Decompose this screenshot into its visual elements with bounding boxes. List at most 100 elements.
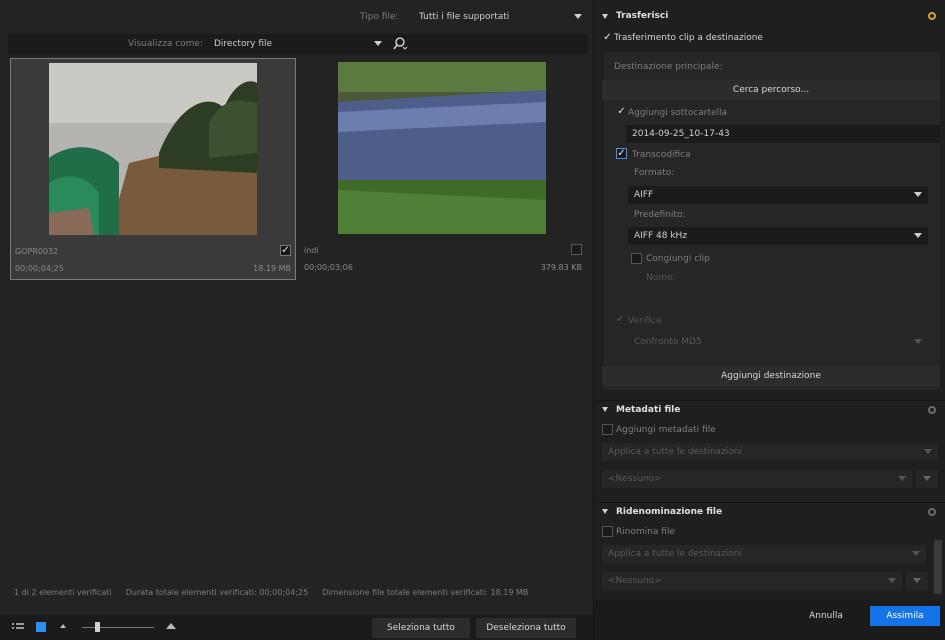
clip-preview-image xyxy=(49,63,257,235)
verified-size: Dimensione file totale elementi verifica… xyxy=(322,587,529,597)
metadata-title: Metadati file xyxy=(616,404,681,415)
view-as-dropdown[interactable]: Directory file xyxy=(208,35,388,53)
chevron-down-icon xyxy=(374,41,382,46)
chevron-down-icon xyxy=(913,578,921,583)
file-type-value: Tutti i file supportati xyxy=(419,12,510,22)
clip-thumbnail[interactable]: indi 00;00;03;06 379.83 KB xyxy=(300,58,586,280)
metadata-menu-button[interactable] xyxy=(916,470,938,488)
chevron-down-icon xyxy=(888,578,896,583)
chevron-down-icon xyxy=(923,476,931,481)
rename-apply-value: Applica a tutte le destinazioni xyxy=(608,549,742,559)
left-footer: Seleziona tutto Deseleziona tutto xyxy=(0,615,593,640)
gear-icon[interactable] xyxy=(928,12,936,20)
gear-icon[interactable] xyxy=(928,507,936,516)
status-bar: 1 di 2 elementi verificati Durata totale… xyxy=(0,580,593,604)
clip-size: 379.83 KB xyxy=(540,263,582,272)
rename-checkbox[interactable] xyxy=(602,526,613,537)
subfolder-input[interactable]: 2014-09-25_10-17-43 xyxy=(626,125,940,143)
zoom-in-icon[interactable] xyxy=(166,623,176,629)
clip-name: GOPR0032 xyxy=(15,247,59,256)
clip-size: 18.19 MB xyxy=(253,264,291,273)
clip-name: indi xyxy=(304,246,319,255)
view-as-value: Directory file xyxy=(214,39,273,49)
preset-value: AIFF 48 kHz xyxy=(634,231,688,241)
verified-count: 1 di 2 elementi verificati xyxy=(14,587,112,597)
name-input[interactable] xyxy=(644,290,928,308)
file-type-label: Tipo file: xyxy=(360,12,399,22)
chevron-down-icon xyxy=(602,13,608,19)
add-metadata-checkbox[interactable] xyxy=(602,424,613,435)
format-label: Formato: xyxy=(634,168,675,178)
list-view-icon[interactable] xyxy=(12,622,24,632)
rename-section-header[interactable]: Ridenominazione file xyxy=(594,502,945,520)
transfer-section-header[interactable]: Trasferisci xyxy=(594,7,945,25)
verified-duration: Durata totale elementi verificati: 00;00… xyxy=(125,587,309,597)
chevron-down-icon xyxy=(914,192,922,197)
transcode-label: Transcodifica xyxy=(632,150,691,160)
add-destination-button[interactable]: Aggiungi destinazione xyxy=(602,366,940,386)
chevron-down-icon xyxy=(914,339,922,344)
preset-label: Predefinito: xyxy=(634,210,686,220)
ingest-button[interactable]: Assimila xyxy=(870,606,940,626)
ingest-settings-pane: Trasferisci ✓ Trasferimento clip a desti… xyxy=(593,0,945,640)
add-subfolder-label: Aggiungi sottocartella xyxy=(628,108,728,118)
name-label: Nome: xyxy=(646,273,676,283)
chevron-down-icon xyxy=(602,509,608,514)
scrollbar[interactable] xyxy=(934,540,942,594)
clip-duration: 00;00;03;06 xyxy=(304,263,353,272)
rename-title: Ridenominazione file xyxy=(616,506,723,517)
chevron-down-icon xyxy=(914,233,922,238)
media-browser-pane: Tipo file: Tutti i file supportati Visua… xyxy=(0,0,593,640)
deselect-all-button[interactable]: Deseleziona tutto xyxy=(476,618,576,638)
metadata-preset-dropdown[interactable]: <Nessuno> xyxy=(602,470,912,488)
zoom-out-icon[interactable] xyxy=(60,624,66,628)
file-type-row: Tipo file: Tutti i file supportati xyxy=(8,7,588,27)
rename-apply-dropdown[interactable]: Applica a tutte le destinazioni xyxy=(602,545,926,563)
chevron-down-icon xyxy=(912,551,920,556)
search-icon[interactable] xyxy=(392,37,408,51)
metadata-apply-value: Applica a tutte le destinazioni xyxy=(608,447,742,457)
rename-label: Rinomina file xyxy=(616,527,676,537)
rename-preset-value: <Nessuno> xyxy=(608,576,662,586)
verify-checkbox[interactable]: ✓ xyxy=(616,314,624,325)
transcode-checkbox[interactable]: ✓ xyxy=(616,148,627,159)
clip-checkbox[interactable]: ✓ xyxy=(280,245,291,256)
rename-preset-dropdown[interactable]: <Nessuno> xyxy=(602,572,902,590)
add-metadata-label: Aggiungi metadati file xyxy=(616,425,716,435)
add-subfolder-checkbox[interactable]: ✓ xyxy=(616,106,627,117)
metadata-apply-dropdown[interactable]: Applica a tutte le destinazioni xyxy=(602,443,938,461)
format-dropdown[interactable]: AIFF xyxy=(628,186,928,204)
icon-view-icon[interactable] xyxy=(36,622,46,632)
gear-icon[interactable] xyxy=(928,405,936,414)
clip-preview-image xyxy=(338,62,546,234)
chevron-down-icon xyxy=(924,449,932,454)
transfer-title: Trasferisci xyxy=(616,11,669,21)
verify-value: Confronto MD5 xyxy=(634,337,702,347)
chevron-down-icon xyxy=(898,476,906,481)
main-dest-label: Destinazione principale: xyxy=(614,62,723,72)
view-as-row: Visualizza come: Directory file xyxy=(8,34,588,54)
zoom-slider-track[interactable] xyxy=(82,627,154,628)
select-all-button[interactable]: Seleziona tutto xyxy=(372,618,470,638)
format-value: AIFF xyxy=(634,190,654,200)
cancel-button[interactable]: Annulla xyxy=(790,606,862,626)
view-as-label: Visualizza come: xyxy=(128,39,203,49)
chevron-down-icon xyxy=(574,14,582,19)
file-type-dropdown[interactable]: Tutti i file supportati xyxy=(413,8,588,26)
verify-dropdown[interactable]: Confronto MD5 xyxy=(628,333,928,351)
chevron-down-icon xyxy=(602,407,608,412)
rename-menu-button[interactable] xyxy=(906,572,928,590)
browse-button[interactable]: Cerca percorso... xyxy=(602,80,940,100)
preset-dropdown[interactable]: AIFF 48 kHz xyxy=(628,227,928,245)
metadata-section-header[interactable]: Metadati file xyxy=(594,400,945,418)
clip-transfer-checkbox[interactable]: ✓ xyxy=(602,32,613,43)
clip-duration: 00;00;04;25 xyxy=(15,264,64,273)
clip-checkbox[interactable] xyxy=(571,244,582,255)
join-clips-label: Congiungi clip xyxy=(646,254,710,264)
clip-transfer-label: Trasferimento clip a destinazione xyxy=(614,33,763,43)
clip-thumbnail[interactable]: GOPR0032 ✓ 00;00;04;25 18.19 MB xyxy=(10,58,296,280)
metadata-preset-value: <Nessuno> xyxy=(608,474,662,484)
zoom-slider-handle[interactable] xyxy=(95,622,100,632)
join-clips-checkbox[interactable] xyxy=(631,253,642,264)
verify-label: Verifica xyxy=(628,316,662,326)
